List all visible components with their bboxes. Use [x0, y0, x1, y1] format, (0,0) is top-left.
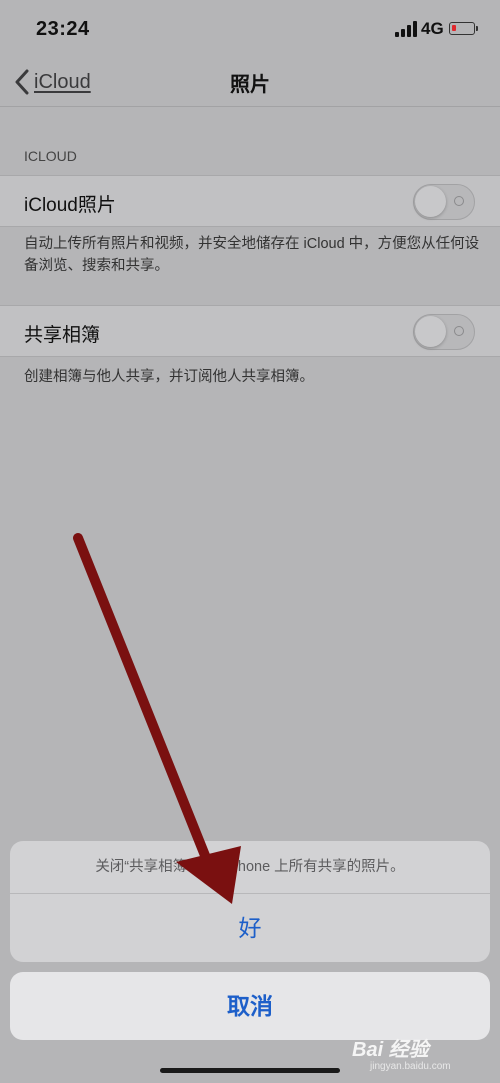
- shared-albums-description: 创建相簿与他人共享，并订阅他人共享相簿。: [24, 369, 314, 385]
- navigation-bar: iCloud 照片: [0, 60, 500, 107]
- status-bar: 23:24 4G: [0, 0, 500, 60]
- page-title: 照片: [230, 74, 270, 96]
- network-type: 4G: [421, 19, 444, 38]
- icloud-photos-label: iCloud照片: [24, 195, 116, 216]
- toggle-knob: [415, 316, 446, 347]
- icloud-photos-row: iCloud照片: [0, 175, 500, 227]
- toggle-knob: [415, 186, 446, 217]
- status-time: 23:24: [36, 18, 90, 40]
- shared-albums-row: 共享相簿: [0, 305, 500, 357]
- icloud-photos-toggle[interactable]: [413, 184, 475, 220]
- icloud-photos-description: 自动上传所有照片和视频，并安全地储存在 iCloud 中，方便您从任何设备浏览、…: [24, 236, 480, 274]
- toggle-off-indicator-icon: [454, 326, 464, 336]
- toggle-off-indicator-icon: [454, 196, 464, 206]
- cellular-signal-icon: [395, 21, 417, 37]
- battery-icon: [449, 22, 475, 35]
- action-sheet: 关闭“共享相簿”将会 iPhone 上所有共享的照片。 好: [10, 841, 490, 962]
- home-indicator: [160, 1068, 340, 1073]
- confirm-button[interactable]: 好: [10, 894, 490, 962]
- section-header: ICLOUD: [24, 148, 77, 164]
- battery-cap: [476, 26, 478, 31]
- watermark-url: jingyan.baidu.com: [370, 1061, 451, 1072]
- shared-albums-toggle[interactable]: [413, 314, 475, 350]
- watermark-logo-text: Bai 经验: [352, 1039, 429, 1061]
- shared-albums-label: 共享相簿: [24, 325, 101, 346]
- baidu-jingyan-watermark: Bai 经验 jingyan.baidu.com: [352, 1025, 497, 1080]
- action-sheet-message: 关闭“共享相簿”将会 iPhone 上所有共享的照片。: [10, 841, 490, 894]
